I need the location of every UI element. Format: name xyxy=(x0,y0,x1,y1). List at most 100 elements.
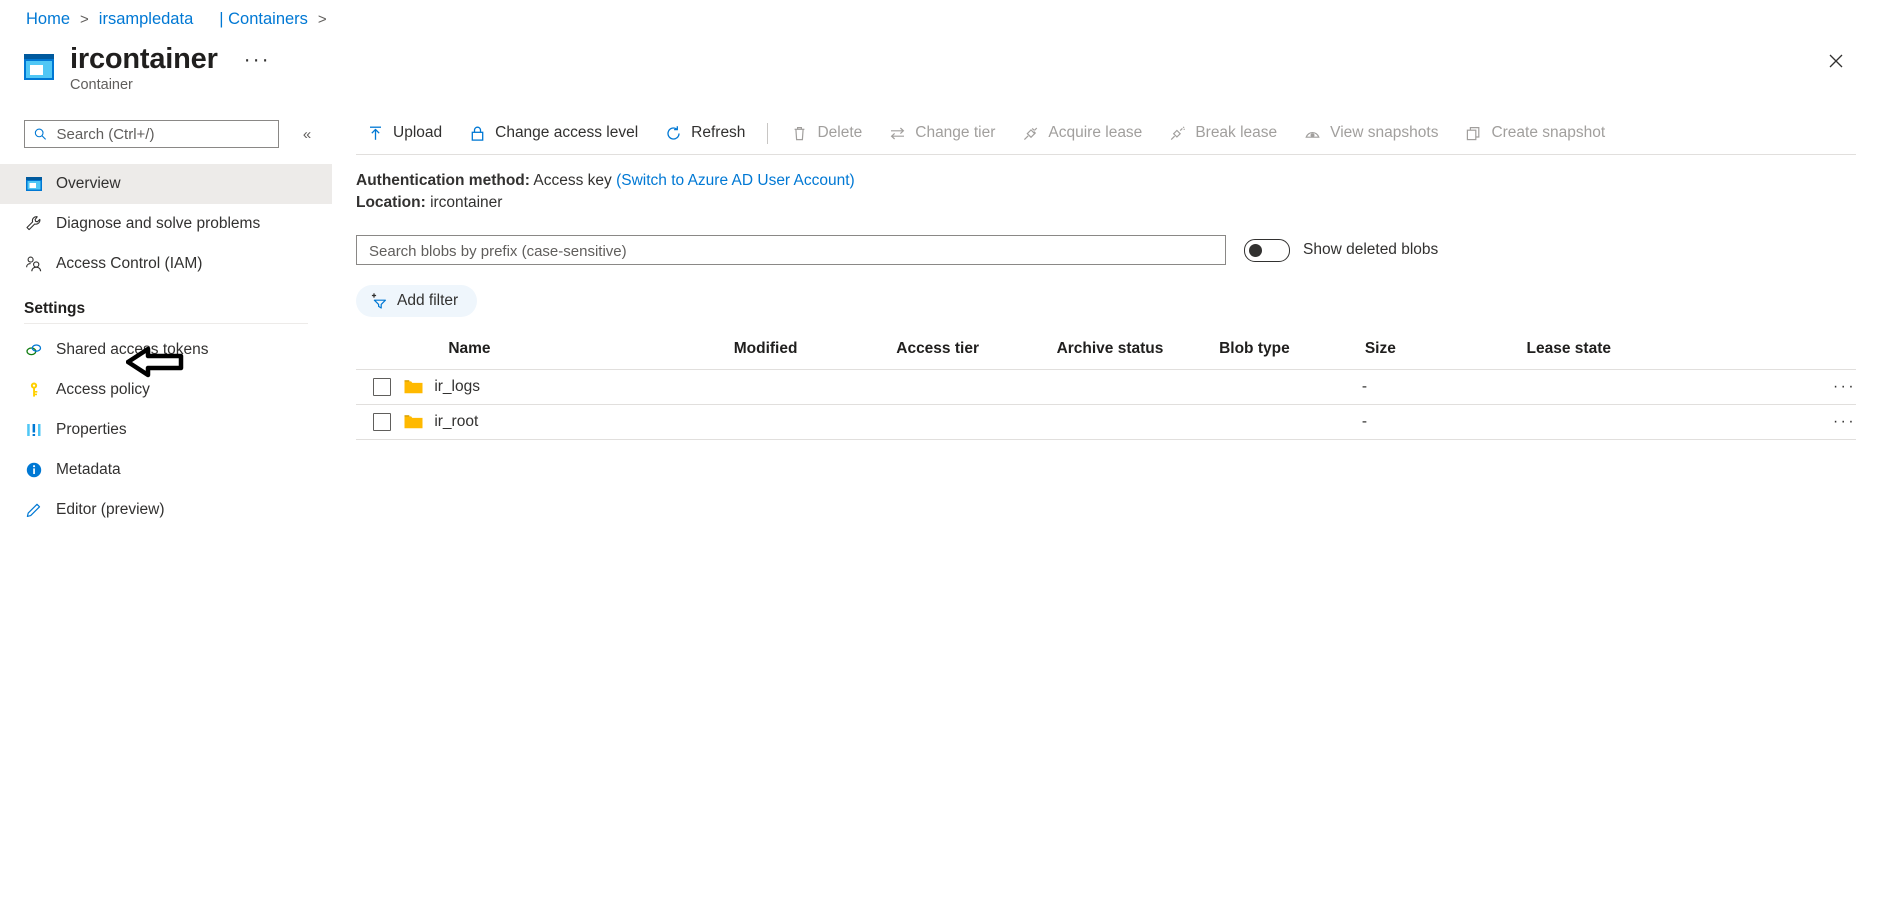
add-filter-button[interactable]: Add filter xyxy=(356,285,478,317)
change-tier-button[interactable]: Change tier xyxy=(875,116,1008,150)
break-lease-button[interactable]: Break lease xyxy=(1155,116,1290,150)
close-blade-button[interactable] xyxy=(1820,45,1852,77)
column-header-size[interactable]: Size xyxy=(1361,340,1527,370)
sidebar-item-overview[interactable]: Overview xyxy=(0,164,332,204)
delete-button[interactable]: Delete xyxy=(777,116,875,150)
sidebar-item-label: Shared access tokens xyxy=(56,341,209,358)
search-icon xyxy=(34,128,47,140)
blob-name-link[interactable]: ir_logs xyxy=(434,378,480,396)
sidebar-item-label: Overview xyxy=(56,175,121,192)
command-bar: Upload Change access level Refresh Delet… xyxy=(356,112,1879,154)
close-icon xyxy=(1829,54,1843,68)
command-label: View snapshots xyxy=(1330,124,1439,141)
column-header-modified[interactable]: Modified xyxy=(733,340,897,370)
row-archive-status-cell xyxy=(1056,369,1220,405)
snapshot-view-icon xyxy=(1303,124,1321,142)
column-header-blob-type[interactable]: Blob type xyxy=(1219,340,1362,370)
column-header-access-tier[interactable]: Access tier xyxy=(896,340,1057,370)
row-modified-cell xyxy=(733,404,897,440)
column-header-archive-status[interactable]: Archive status xyxy=(1056,340,1220,370)
people-icon xyxy=(24,255,43,274)
folder-icon xyxy=(404,415,423,429)
table-row[interactable]: ir_logs - ··· xyxy=(356,369,1856,405)
row-size-cell: - xyxy=(1361,404,1527,440)
main-content: Upload Change access level Refresh Delet… xyxy=(356,112,1879,918)
command-label: Break lease xyxy=(1195,124,1278,141)
sidebar-divider xyxy=(24,323,308,324)
page-more-menu-button[interactable]: ··· xyxy=(244,49,271,70)
column-header-actions xyxy=(1746,340,1856,370)
table-header-row: Name Modified Access tier Archive status… xyxy=(356,340,1856,370)
authentication-method-value: Access key xyxy=(533,172,612,189)
row-checkbox[interactable] xyxy=(373,413,391,431)
sidebar-item-label: Properties xyxy=(56,421,127,438)
row-more-menu-button[interactable]: ··· xyxy=(1746,369,1856,405)
row-lease-state-cell xyxy=(1526,369,1747,405)
row-archive-status-cell xyxy=(1056,404,1220,440)
command-label: Change access level xyxy=(495,124,639,141)
sidebar-nav-list: Overview Diagnose and solve problems Acc… xyxy=(0,164,332,530)
sidebar-item-metadata[interactable]: Metadata xyxy=(0,450,332,490)
sidebar-item-properties[interactable]: Properties xyxy=(0,410,332,450)
container-icon xyxy=(24,54,54,80)
refresh-icon xyxy=(664,124,682,142)
breadcrumb-item-irsampledata[interactable]: irsampledata xyxy=(97,10,195,29)
refresh-button[interactable]: Refresh xyxy=(651,116,758,150)
row-checkbox[interactable] xyxy=(373,378,391,396)
sidebar-item-access-policy[interactable]: Access policy xyxy=(0,370,332,410)
folder-icon xyxy=(404,380,423,394)
row-select-cell xyxy=(356,404,405,440)
sidebar-search-box[interactable] xyxy=(24,120,279,148)
blob-search-input[interactable] xyxy=(367,236,1219,266)
sidebar-item-editor-preview[interactable]: Editor (preview) xyxy=(0,490,332,530)
upload-button[interactable]: Upload xyxy=(356,116,455,150)
command-label: Upload xyxy=(393,124,443,141)
pencil-icon xyxy=(24,501,43,520)
add-filter-label: Add filter xyxy=(397,292,459,309)
show-deleted-blobs-toggle[interactable] xyxy=(1244,238,1290,262)
table-row[interactable]: ir_root - ··· xyxy=(356,404,1856,440)
key-icon xyxy=(24,381,43,400)
sidebar-collapse-button[interactable]: « xyxy=(296,122,318,146)
row-size-cell: - xyxy=(1361,369,1527,405)
column-header-name[interactable]: Name xyxy=(404,340,734,370)
breadcrumb-item-home[interactable]: Home xyxy=(24,10,72,29)
sidebar-search-input[interactable] xyxy=(54,124,269,144)
breadcrumb-separator-2: > xyxy=(317,11,327,28)
authentication-method-label: Authentication method: xyxy=(356,172,530,189)
breadcrumb-separator: > xyxy=(80,11,89,28)
snapshot-create-icon xyxy=(1464,124,1482,142)
view-snapshots-button[interactable]: View snapshots xyxy=(1290,116,1451,150)
row-blob-type-cell xyxy=(1219,404,1362,440)
change-access-level-button[interactable]: Change access level xyxy=(455,116,651,150)
properties-icon xyxy=(24,421,43,440)
trash-icon xyxy=(790,124,808,142)
blob-filter-row: Show deleted blobs xyxy=(356,235,1879,266)
sidebar-item-label: Metadata xyxy=(56,461,121,478)
blob-search-box[interactable] xyxy=(356,235,1226,266)
switch-auth-link[interactable]: (Switch to Azure AD User Account) xyxy=(616,172,855,189)
sidebar-search-row: « xyxy=(0,120,332,148)
swap-icon xyxy=(888,124,906,142)
sidebar-item-label: Diagnose and solve problems xyxy=(56,215,261,232)
breadcrumb: Home > irsampledata | Containers > xyxy=(24,10,335,29)
blob-name-link[interactable]: ir_root xyxy=(434,413,478,431)
create-snapshot-button[interactable]: Create snapshot xyxy=(1451,116,1618,150)
upload-icon xyxy=(366,124,384,142)
sidebar: « Overview Diagnose and solve problems xyxy=(0,120,332,918)
sidebar-item-label: Editor (preview) xyxy=(56,501,165,518)
column-header-lease-state[interactable]: Lease state xyxy=(1526,340,1747,370)
command-separator xyxy=(767,122,769,144)
link-rings-icon xyxy=(24,341,43,360)
sidebar-item-shared-access-tokens[interactable]: Shared access tokens xyxy=(0,330,332,370)
show-deleted-blobs-label: Show deleted blobs xyxy=(1303,241,1439,258)
toggle-knob xyxy=(1249,243,1262,257)
breadcrumb-item-containers[interactable]: | Containers xyxy=(217,10,310,29)
wrench-icon xyxy=(24,215,43,234)
acquire-lease-button[interactable]: Acquire lease xyxy=(1008,116,1155,150)
plug-break-icon xyxy=(1168,124,1186,142)
row-more-menu-button[interactable]: ··· xyxy=(1746,404,1856,440)
sidebar-item-diagnose-and-solve-problems[interactable]: Diagnose and solve problems xyxy=(0,204,332,244)
row-name-cell: ir_logs xyxy=(404,369,734,405)
sidebar-item-access-control-iam[interactable]: Access Control (IAM) xyxy=(0,244,332,284)
